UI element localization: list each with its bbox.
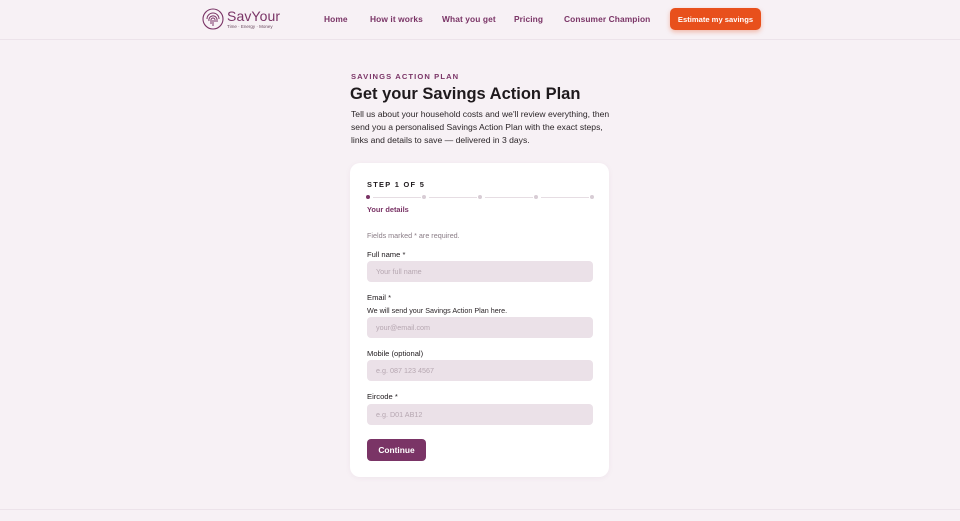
header-divider [0, 39, 960, 40]
nav-what-you-get[interactable]: What you get [442, 14, 496, 24]
nav-how-it-works[interactable]: How it works [370, 14, 423, 24]
page-description: Tell us about your household costs and w… [351, 109, 610, 146]
eircode-input[interactable] [367, 404, 593, 425]
step-title: Your details [367, 205, 409, 214]
progress-line [485, 197, 533, 198]
progress-dot-1 [366, 195, 370, 199]
details-form-card: STEP 1 OF 5 Your details Fields marked *… [350, 163, 609, 477]
estimate-savings-button[interactable]: Estimate my savings [670, 8, 761, 30]
page-eyebrow: SAVINGS ACTION PLAN [351, 72, 460, 81]
step-indicator: STEP 1 OF 5 [367, 180, 426, 189]
progress-dot-2 [422, 195, 426, 199]
mobile-label: Mobile (optional) [367, 349, 424, 358]
brand-tagline: Time · Energy · Money [227, 23, 273, 29]
nav-pricing[interactable]: Pricing [514, 14, 543, 24]
email-label: Email * [367, 293, 392, 302]
email-help-text: We will send your Savings Action Plan he… [367, 306, 508, 315]
nav-home[interactable]: Home [324, 14, 348, 24]
progress-stepper [366, 194, 594, 200]
progress-dot-4 [534, 195, 538, 199]
nav-consumer-champion[interactable]: Consumer Champion [564, 14, 650, 24]
full-name-label: Full name * [367, 250, 406, 259]
continue-button[interactable]: Continue [367, 439, 426, 461]
page-title: Get your Savings Action Plan [350, 85, 581, 103]
site-header: SavYour Time · Energy · Money Home How i… [0, 0, 960, 38]
brand-name: SavYour [227, 7, 281, 24]
progress-line [541, 197, 589, 198]
progress-dot-5 [590, 195, 594, 199]
required-note: Fields marked * are required. [367, 231, 460, 240]
progress-line [429, 197, 477, 198]
email-input[interactable] [367, 317, 593, 338]
progress-line [373, 197, 421, 198]
mobile-input[interactable] [367, 360, 593, 381]
eircode-label: Eircode * [367, 392, 398, 401]
fingerprint-logo-icon [202, 8, 224, 30]
brand-logo[interactable]: SavYour Time · Energy · Money [202, 8, 280, 30]
footer-divider [0, 509, 960, 510]
full-name-input[interactable] [367, 261, 593, 282]
progress-dot-3 [478, 195, 482, 199]
